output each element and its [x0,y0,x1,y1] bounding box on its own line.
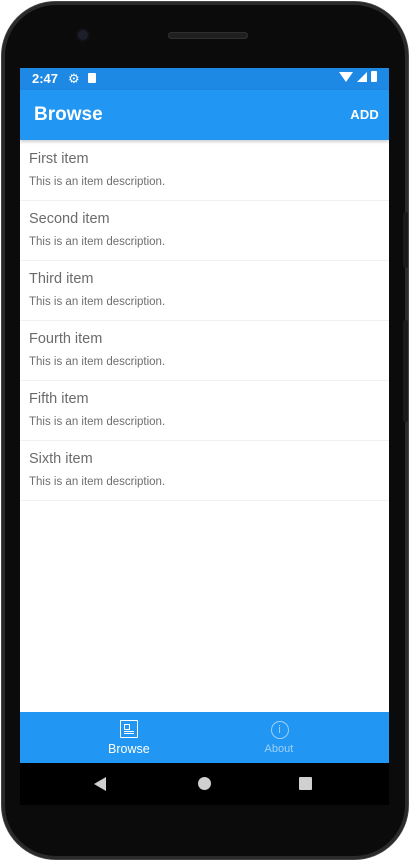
sd-card-icon [88,73,96,83]
item-title: Fourth item [29,331,103,347]
add-button[interactable]: ADD [350,107,379,122]
home-icon[interactable] [198,777,211,790]
bottom-tab-bar: Browse i About [20,712,389,763]
list-item[interactable]: First item This is an item description. [20,141,389,201]
status-bar: 2:47 ⚙ [20,68,389,90]
recent-apps-icon[interactable] [299,777,312,790]
item-description: This is an item description. [29,296,166,308]
back-icon[interactable] [94,777,106,791]
volume-button [403,212,408,268]
status-indicators [339,71,377,82]
cell-signal-icon [357,71,367,82]
power-button [403,320,408,422]
tab-about-label: About [264,743,294,755]
item-description: This is an item description. [29,476,166,488]
system-navigation-bar [20,763,389,805]
items-list: First item This is an item description. … [20,141,389,501]
wifi-icon [339,71,353,82]
list-item[interactable]: Fifth item This is an item description. [20,381,389,441]
item-description: This is an item description. [29,416,166,428]
item-description: This is an item description. [29,236,166,248]
front-camera [78,30,88,40]
tab-about[interactable]: i About [205,712,390,763]
browse-icon [120,720,138,738]
battery-icon [371,71,377,82]
list-item[interactable]: Third item This is an item description. [20,261,389,321]
item-title: Fifth item [29,391,89,407]
list-item[interactable]: Sixth item This is an item description. [20,441,389,501]
status-time: 2:47 [32,71,59,86]
tab-browse[interactable]: Browse [20,712,205,763]
item-title: Third item [29,271,94,287]
list-item[interactable]: Second item This is an item description. [20,201,389,261]
item-title: Second item [29,211,110,227]
tab-browse-label: Browse [108,742,150,756]
item-description: This is an item description. [29,176,166,188]
info-icon: i [270,721,289,739]
app-screen: 2:47 ⚙ Browse ADD First item This is an … [20,68,389,763]
page-title: Browse [34,104,103,125]
item-title: Sixth item [29,451,93,467]
app-toolbar: Browse ADD [20,90,389,140]
list-item[interactable]: Fourth item This is an item description. [20,321,389,381]
earpiece-speaker [168,32,248,39]
item-title: First item [29,151,89,167]
settings-gear-icon: ⚙ [68,71,80,86]
item-description: This is an item description. [29,356,166,368]
